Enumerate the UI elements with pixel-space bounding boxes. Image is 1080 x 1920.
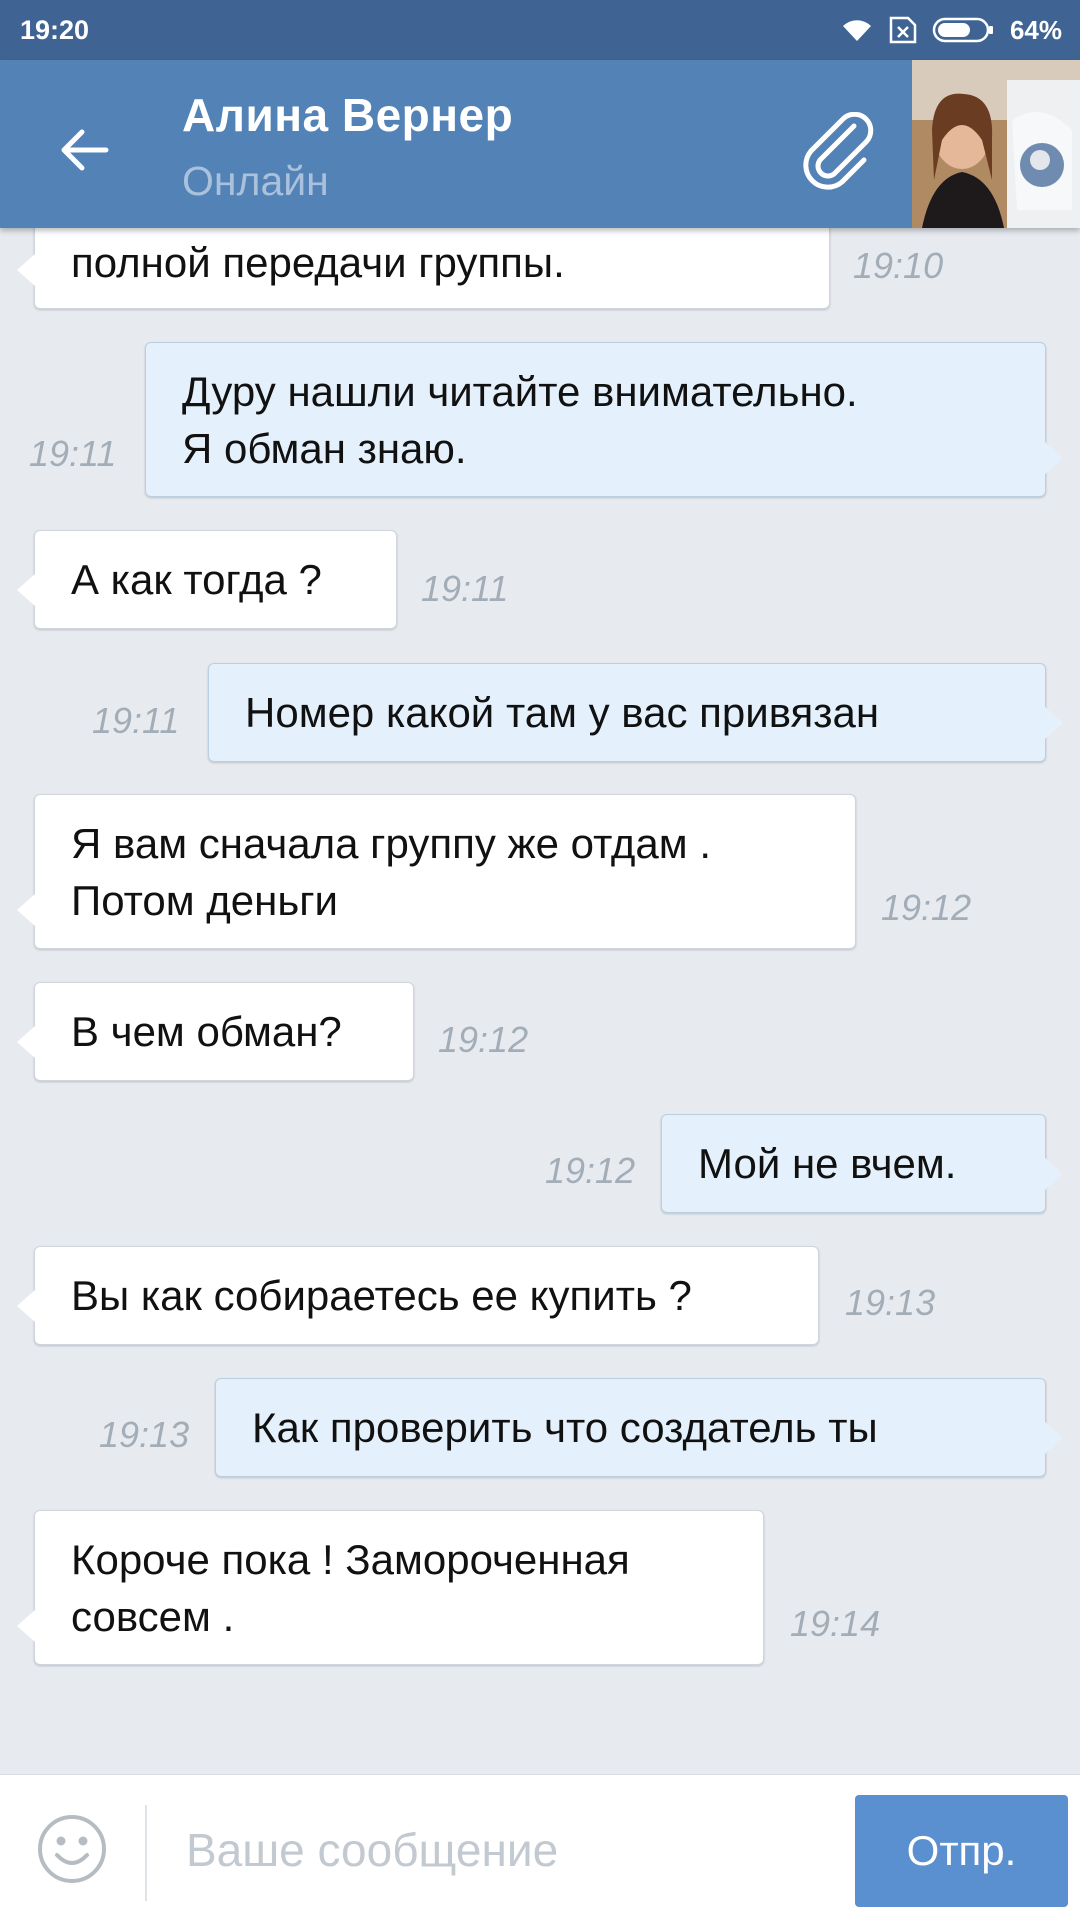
message-text: совсем . <box>71 1592 235 1640</box>
message-bubble-outgoing[interactable]: Номер какой там у вас привязан <box>208 663 1063 762</box>
message-text: Вы как собираетесь ее купить ? <box>71 1272 692 1319</box>
battery-percent: 64% <box>1009 14 1062 45</box>
message-time: 19:13 <box>845 1282 936 1323</box>
sim-none-icon <box>888 16 918 44</box>
battery-icon <box>932 16 996 44</box>
status-icons: 64% <box>840 15 1062 46</box>
message-time: 19:11 <box>92 700 180 741</box>
message-time: 19:13 <box>99 1414 190 1455</box>
message-text: Потом деньги <box>71 876 339 924</box>
wifi-icon <box>840 17 874 43</box>
message-bubble-incoming[interactable]: Вы как собираетесь ее купить ? <box>17 1246 819 1345</box>
message-time: 19:12 <box>881 887 972 928</box>
contact-name[interactable]: Алина Вернер <box>182 88 513 142</box>
smiley-icon <box>38 1815 106 1883</box>
message-time: 19:12 <box>438 1019 529 1060</box>
message-time: 19:12 <box>545 1150 636 1191</box>
back-button[interactable] <box>44 110 124 190</box>
message-time: 19:10 <box>853 245 944 286</box>
status-bar: 19:20 64% <box>0 0 1080 60</box>
message-bubble-outgoing[interactable]: Дуру нашли читайте внимательно. Я обман … <box>145 342 1063 497</box>
avatar[interactable] <box>912 60 1080 228</box>
message-bubble-outgoing[interactable]: Как проверить что создатель ты <box>215 1378 1063 1477</box>
message-bubble-outgoing[interactable]: Мой не вчем. <box>661 1114 1063 1213</box>
composer-divider <box>145 1805 147 1901</box>
message-text: Я обман знаю. <box>182 424 467 472</box>
message-time: 19:11 <box>29 433 117 474</box>
message-text: Я вам сначала группу же отдам . <box>71 819 711 867</box>
message-text: Мой не вчем. <box>698 1140 957 1187</box>
contact-status: Онлайн <box>182 158 329 204</box>
message-text: Номер какой там у вас привязан <box>245 689 880 736</box>
message-text: В чем обман? <box>71 1008 342 1055</box>
message-bubble-incoming[interactable]: полной передачи группы. <box>17 228 830 309</box>
emoji-button[interactable] <box>36 1813 108 1885</box>
message-composer: Отпр. <box>0 1774 1080 1920</box>
message-bubble-incoming[interactable]: В чем обман? <box>17 982 414 1081</box>
message-list[interactable]: полной передачи группы. 19:10 Дуру нашли… <box>0 228 1080 1774</box>
message-bubble-incoming[interactable]: Я вам сначала группу же отдам . Потом де… <box>17 794 856 949</box>
message-time: 19:14 <box>790 1603 881 1644</box>
send-button[interactable]: Отпр. <box>855 1795 1068 1907</box>
message-text: Как проверить что создатель ты <box>252 1404 878 1451</box>
message-text: Короче пока ! Замороченная <box>71 1535 630 1583</box>
paperclip-icon <box>803 112 874 190</box>
message-text: А как тогда ? <box>71 556 322 603</box>
message-bubble-incoming[interactable]: А как тогда ? <box>17 530 397 629</box>
chat-header: Алина Вернер Онлайн <box>0 60 1080 228</box>
attach-button[interactable] <box>790 104 890 204</box>
message-text: полной передачи группы. <box>71 239 565 286</box>
message-bubble-incoming[interactable]: Короче пока ! Замороченная совсем . <box>17 1510 764 1665</box>
arrow-left-icon <box>61 129 109 171</box>
message-input[interactable] <box>186 1813 826 1887</box>
status-time: 19:20 <box>20 14 90 45</box>
message-text: Дуру нашли читайте внимательно. <box>182 367 858 415</box>
message-time: 19:11 <box>421 568 509 609</box>
